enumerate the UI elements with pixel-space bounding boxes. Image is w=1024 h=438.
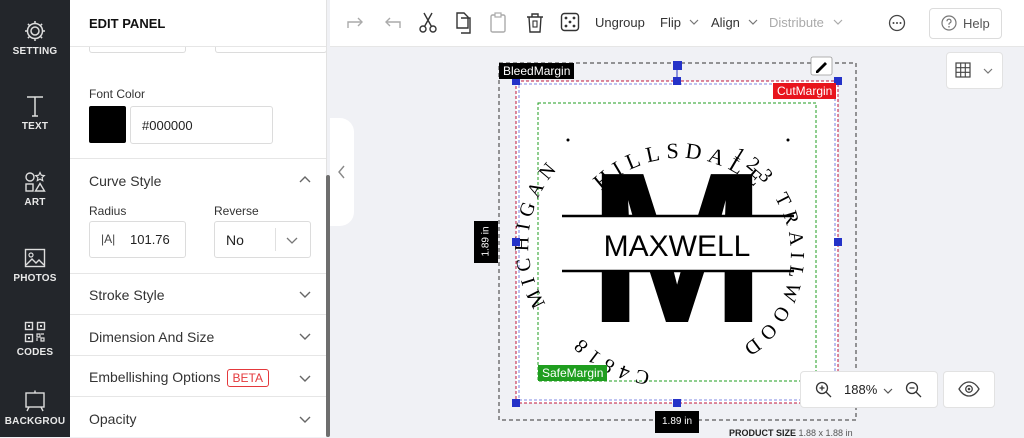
- edit-panel-title: EDIT PANEL: [89, 16, 166, 31]
- width-dimension-tag: 1.89 in: [655, 411, 699, 433]
- zoom-out-icon[interactable]: [905, 381, 922, 398]
- zoom-in-icon[interactable]: [815, 381, 832, 398]
- eye-icon: [958, 381, 980, 397]
- zoom-control: 188%: [800, 371, 938, 408]
- arc-dot: [786, 138, 790, 142]
- bleed-margin-tag: BleedMargin: [499, 63, 575, 79]
- height-dimension-tag: 1.89 in: [474, 221, 498, 263]
- height-dimension-label: 1.89 in: [480, 226, 492, 257]
- preview-button[interactable]: [943, 371, 995, 408]
- cut-margin-tag: CutMargin: [773, 83, 837, 99]
- grid-icon: [955, 62, 971, 78]
- chevron-down-icon: [983, 68, 993, 74]
- safe-margin-tag: SafeMargin: [538, 365, 608, 381]
- zoom-level[interactable]: 188%: [844, 382, 877, 397]
- grid-toggle-button[interactable]: [946, 52, 1003, 89]
- edit-panel-header: EDIT PANEL: [70, 0, 326, 47]
- chevron-down-icon[interactable]: [883, 387, 893, 395]
- arc-dot: [566, 138, 570, 142]
- name-text[interactable]: MAXWELL: [604, 230, 751, 263]
- width-dimension-label: 1.89 in: [661, 416, 693, 427]
